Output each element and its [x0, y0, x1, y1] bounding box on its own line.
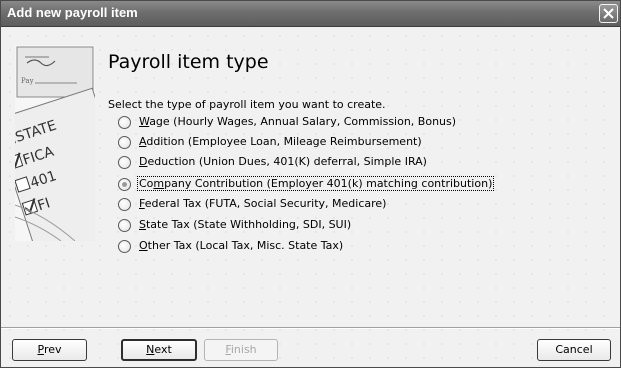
- cancel-button[interactable]: Cancel: [537, 339, 611, 361]
- option-company-contribution-label[interactable]: Company Contribution (Employer 401(k) ma…: [136, 176, 495, 191]
- radio-state-tax[interactable]: [118, 219, 131, 232]
- finish-button[interactable]: Finish: [204, 339, 278, 361]
- radio-federal-tax[interactable]: [118, 198, 131, 211]
- option-state-tax-label[interactable]: State Tax (State Withholding, SDI, SUI): [138, 218, 352, 231]
- button-divider: [1, 327, 620, 329]
- prev-button[interactable]: Prev: [12, 339, 87, 361]
- close-button[interactable]: [599, 4, 618, 23]
- option-other-tax-label[interactable]: Other Tax (Local Tax, Misc. State Tax): [138, 239, 344, 252]
- radio-addition[interactable]: [118, 136, 131, 149]
- payroll-item-dialog: Add new payroll item Pay STATE FICA 401: [0, 0, 621, 368]
- option-addition-label[interactable]: Addition (Employee Loan, Mileage Reimbur…: [138, 135, 423, 148]
- svg-text:Pay: Pay: [21, 77, 34, 85]
- option-wage-label[interactable]: Wage (Hourly Wages, Annual Salary, Commi…: [138, 115, 457, 128]
- option-federal-tax-label[interactable]: Federal Tax (FUTA, Social Security, Medi…: [138, 197, 387, 210]
- radio-company-contribution[interactable]: [118, 178, 131, 191]
- radio-other-tax[interactable]: [118, 240, 131, 253]
- tax-forms-illustration: Pay STATE FICA 401 FI: [15, 45, 95, 241]
- window-title: Add new payroll item: [7, 5, 138, 20]
- next-button[interactable]: Next: [121, 339, 197, 361]
- close-icon: [603, 8, 614, 19]
- instruction-text: Select the type of payroll item you want…: [108, 98, 386, 111]
- page-title: Payroll item type: [108, 51, 269, 73]
- radio-deduction[interactable]: [118, 156, 131, 169]
- radio-wage[interactable]: [118, 116, 131, 129]
- option-deduction-label[interactable]: Deduction (Union Dues, 401(K) deferral, …: [138, 155, 428, 168]
- title-bar[interactable]: Add new payroll item: [1, 1, 620, 27]
